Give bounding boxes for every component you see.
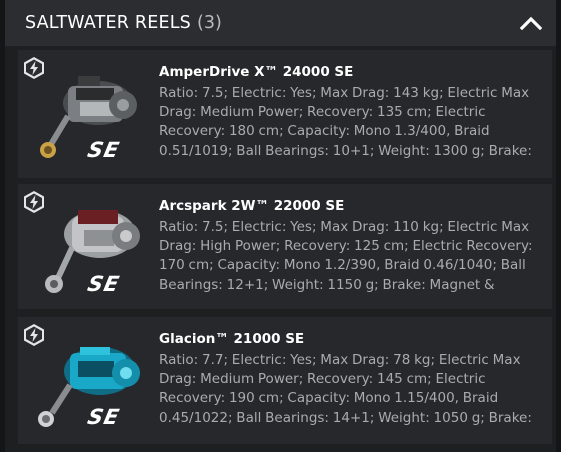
reel-specs: Ratio: 7.5; Electric: Yes; Max Drag: 143… <box>159 85 532 159</box>
se-series-logo: SE <box>85 272 123 296</box>
reel-card[interactable]: SE Arcspark 2W™ 22000 SE Ratio: 7.5; Ele… <box>18 184 552 309</box>
se-series-logo: SE <box>85 405 123 429</box>
category-title: SALTWATER REELS <box>25 13 191 33</box>
reel-specs: Ratio: 7.5; Electric: Yes; Max Drag: 110… <box>159 219 533 293</box>
category-count: (3) <box>197 13 222 33</box>
reel-name: Arcspark 2W™ 22000 SE <box>159 198 345 214</box>
chevron-up-icon <box>520 16 542 30</box>
reel-specs: Ratio: 7.7; Electric: Yes; Max Drag: 78 … <box>159 352 532 426</box>
reel-card[interactable]: SE AmperDrive X™ 24000 SE Ratio: 7.5; El… <box>18 50 552 178</box>
electric-badge-icon <box>24 57 44 79</box>
electric-badge-icon <box>24 324 44 346</box>
saltwater-reels-panel: SALTWATER REELS (3) SE AmperDrive X™ 240… <box>5 0 556 452</box>
se-series-logo: SE <box>85 138 123 162</box>
electric-badge-icon <box>24 191 44 213</box>
reel-name: Glacion™ 21000 SE <box>159 331 305 347</box>
collapse-button[interactable] <box>516 8 546 38</box>
reel-name: AmperDrive X™ 24000 SE <box>159 64 354 80</box>
reel-card[interactable]: SE Glacion™ 21000 SE Ratio: 7.7; Electri… <box>18 317 552 444</box>
category-header[interactable]: SALTWATER REELS (3) <box>5 0 556 46</box>
